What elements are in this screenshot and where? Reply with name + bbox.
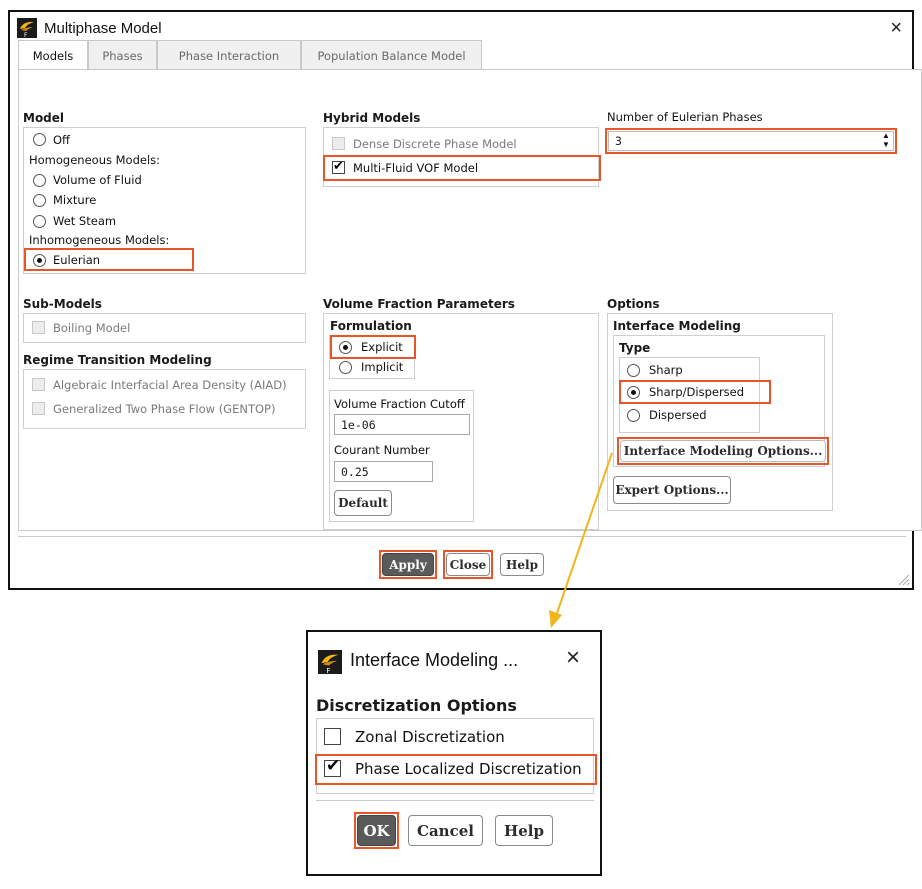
cutoff-input[interactable]: 1e-06 [334,414,470,435]
model-eulerian-label: Eulerian [53,253,101,267]
apply-button[interactable]: Apply [382,553,434,576]
dispersed-radio[interactable] [627,409,640,422]
eulerian-phases-label: Number of Eulerian Phases [607,110,763,124]
courant-input[interactable]: 0.25 [334,461,433,482]
eulerian-highlight [24,248,194,271]
resize-grip-icon[interactable] [896,572,910,586]
tab-phase-interaction[interactable]: Phase Interaction [157,40,301,70]
model-wet-steam-label: Wet Steam [53,214,117,228]
cancel-button[interactable]: Cancel [408,815,483,846]
tab-strip: Models Phases Phase Interaction Populati… [18,40,904,71]
gentop-label: Generalized Two Phase Flow (GENTOP) [53,402,276,416]
close-button[interactable]: Close [446,553,490,576]
default-button[interactable]: Default [334,490,392,516]
zonal-checkbox[interactable] [324,728,341,745]
aiad-checkbox[interactable] [32,378,45,391]
regime-transition-header: Regime Transition Modeling [23,353,212,367]
dense-discrete-label: Dense Discrete Phase Model [353,137,517,151]
boiling-model-label: Boiling Model [53,321,131,335]
close-icon[interactable]: × [890,16,902,40]
zonal-label: Zonal Discretization [355,728,505,746]
explicit-radio[interactable] [339,341,352,354]
model-vof-label: Volume of Fluid [53,173,142,187]
model-wet-steam-radio[interactable] [33,215,46,228]
sub-dialog-title: Interface Modeling ... [350,650,519,670]
fluent-app-icon: F [318,650,342,674]
courant-value: 0.25 [341,464,369,479]
interface-modeling-options-button[interactable]: Interface Modeling Options... [620,440,826,462]
svg-text:F: F [326,666,330,674]
help-button[interactable]: Help [500,553,544,576]
sub-dialog-separator [316,800,594,801]
fluent-app-icon: F [17,18,37,38]
connector-arrow [549,452,613,628]
interface-modeling-header: Interface Modeling [613,319,741,333]
formulation-header: Formulation [330,319,412,333]
inhomogeneous-label: Inhomogeneous Models: [29,233,170,247]
button-bar-separator [18,536,906,537]
model-off-radio[interactable] [33,133,46,146]
courant-label: Courant Number [334,443,430,457]
dense-discrete-checkbox[interactable] [332,137,345,150]
eulerian-phases-value: 3 [615,134,622,148]
tab-population-balance-model[interactable]: Population Balance Model [301,40,482,70]
model-eulerian-radio[interactable] [33,254,46,267]
gentop-checkbox[interactable] [32,402,45,415]
eulerian-phases-spinner[interactable]: 3 [608,131,894,151]
close-icon[interactable]: × [566,644,580,672]
expert-options-button[interactable]: Expert Options... [613,476,731,504]
svg-text:F: F [24,32,28,38]
phase-localized-label: Phase Localized Discretization [355,760,582,778]
model-mixture-radio[interactable] [33,194,46,207]
model-mixture-label: Mixture [53,193,97,207]
homogeneous-label: Homogeneous Models: [29,153,161,167]
aiad-label: Algebraic Interfacial Area Density (AIAD… [53,378,287,392]
cutoff-value: 1e-06 [341,417,376,432]
help-button[interactable]: Help [495,815,553,846]
multi-fluid-vof-label: Multi-Fluid VOF Model [353,161,479,175]
sub-models-header: Sub-Models [23,297,102,311]
sharp-label: Sharp [649,363,683,377]
model-header: Model [23,111,65,125]
cutoff-label: Volume Fraction Cutoff [334,397,465,411]
sharp-dispersed-label: Sharp/Dispersed [649,385,745,399]
tab-models[interactable]: Models [18,40,88,71]
models-tab-panel: Model Off Homogeneous Models: Volume of … [18,69,922,531]
volume-fraction-header: Volume Fraction Parameters [323,297,515,311]
multiphase-model-dialog: F Multiphase Model × Models Phases Phase… [8,10,922,590]
sharp-dispersed-radio[interactable] [627,386,640,399]
sharp-radio[interactable] [627,364,640,377]
checkmark-icon: ✔ [326,756,341,776]
tab-phases[interactable]: Phases [88,40,157,70]
model-off-label: Off [53,133,70,147]
dialog-title: Multiphase Model [44,20,162,37]
dispersed-label: Dispersed [649,408,707,422]
spinner-arrows-icon[interactable]: ▲ ▼ [880,131,892,151]
explicit-label: Explicit [361,340,403,354]
interface-modeling-dialog: F Interface Modeling ... × Discretizatio… [306,630,602,876]
boiling-model-checkbox[interactable] [32,321,45,334]
hybrid-models-header: Hybrid Models [323,111,421,125]
type-header: Type [619,341,651,355]
options-header: Options [607,297,660,311]
model-vof-radio[interactable] [33,174,46,187]
ok-button[interactable]: OK [357,815,396,846]
discretization-header: Discretization Options [316,696,517,715]
implicit-label: Implicit [361,360,404,374]
multi-fluid-vof-checkbox[interactable] [332,159,345,174]
implicit-radio[interactable] [339,361,352,374]
